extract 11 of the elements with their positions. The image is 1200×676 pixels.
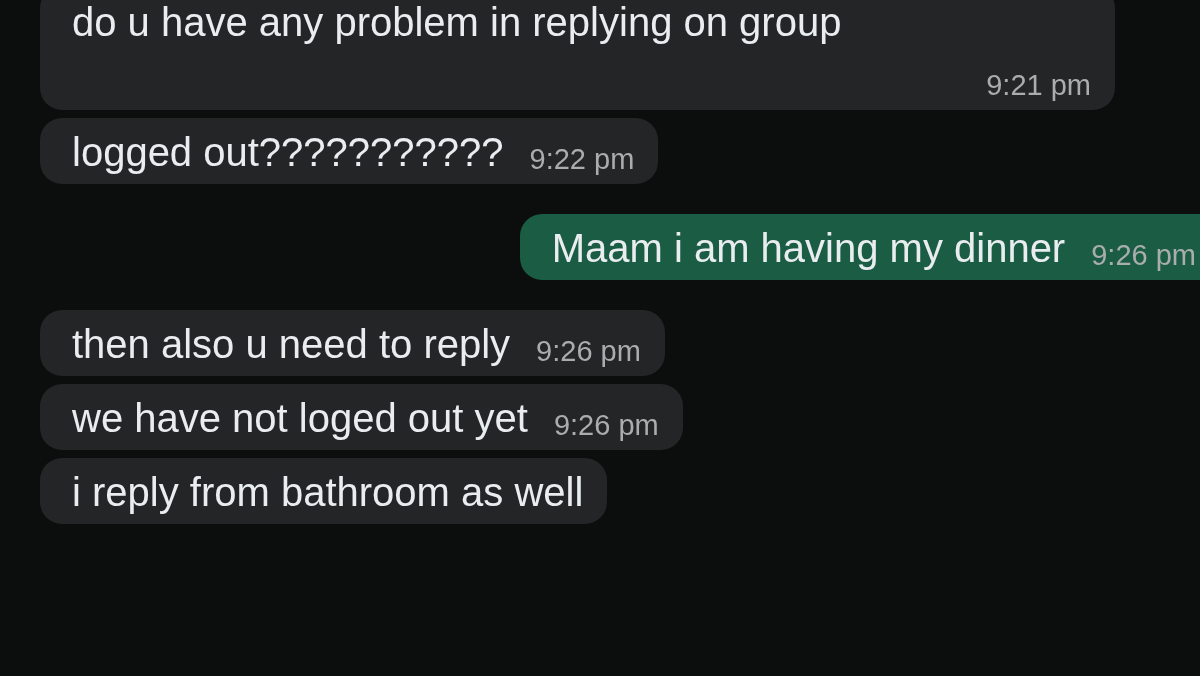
message-text: do u have any problem in replying on group — [72, 0, 843, 44]
message-text: i reply from bathroom as well — [72, 469, 584, 514]
message-time: 9:26 pm — [536, 336, 641, 368]
message-text: we have not loged out yet — [72, 395, 528, 440]
message-time: 9:26 pm — [1091, 240, 1196, 272]
message-text: Maam i am having my dinner — [551, 225, 1066, 270]
message-time: 9:26 pm — [553, 410, 659, 442]
message-time: 9:22 pm — [529, 144, 635, 176]
message-text: logged out??????????? — [72, 129, 504, 174]
message-time: 9:21 pm — [986, 70, 1091, 102]
message-text: then also u need to reply — [72, 321, 511, 366]
